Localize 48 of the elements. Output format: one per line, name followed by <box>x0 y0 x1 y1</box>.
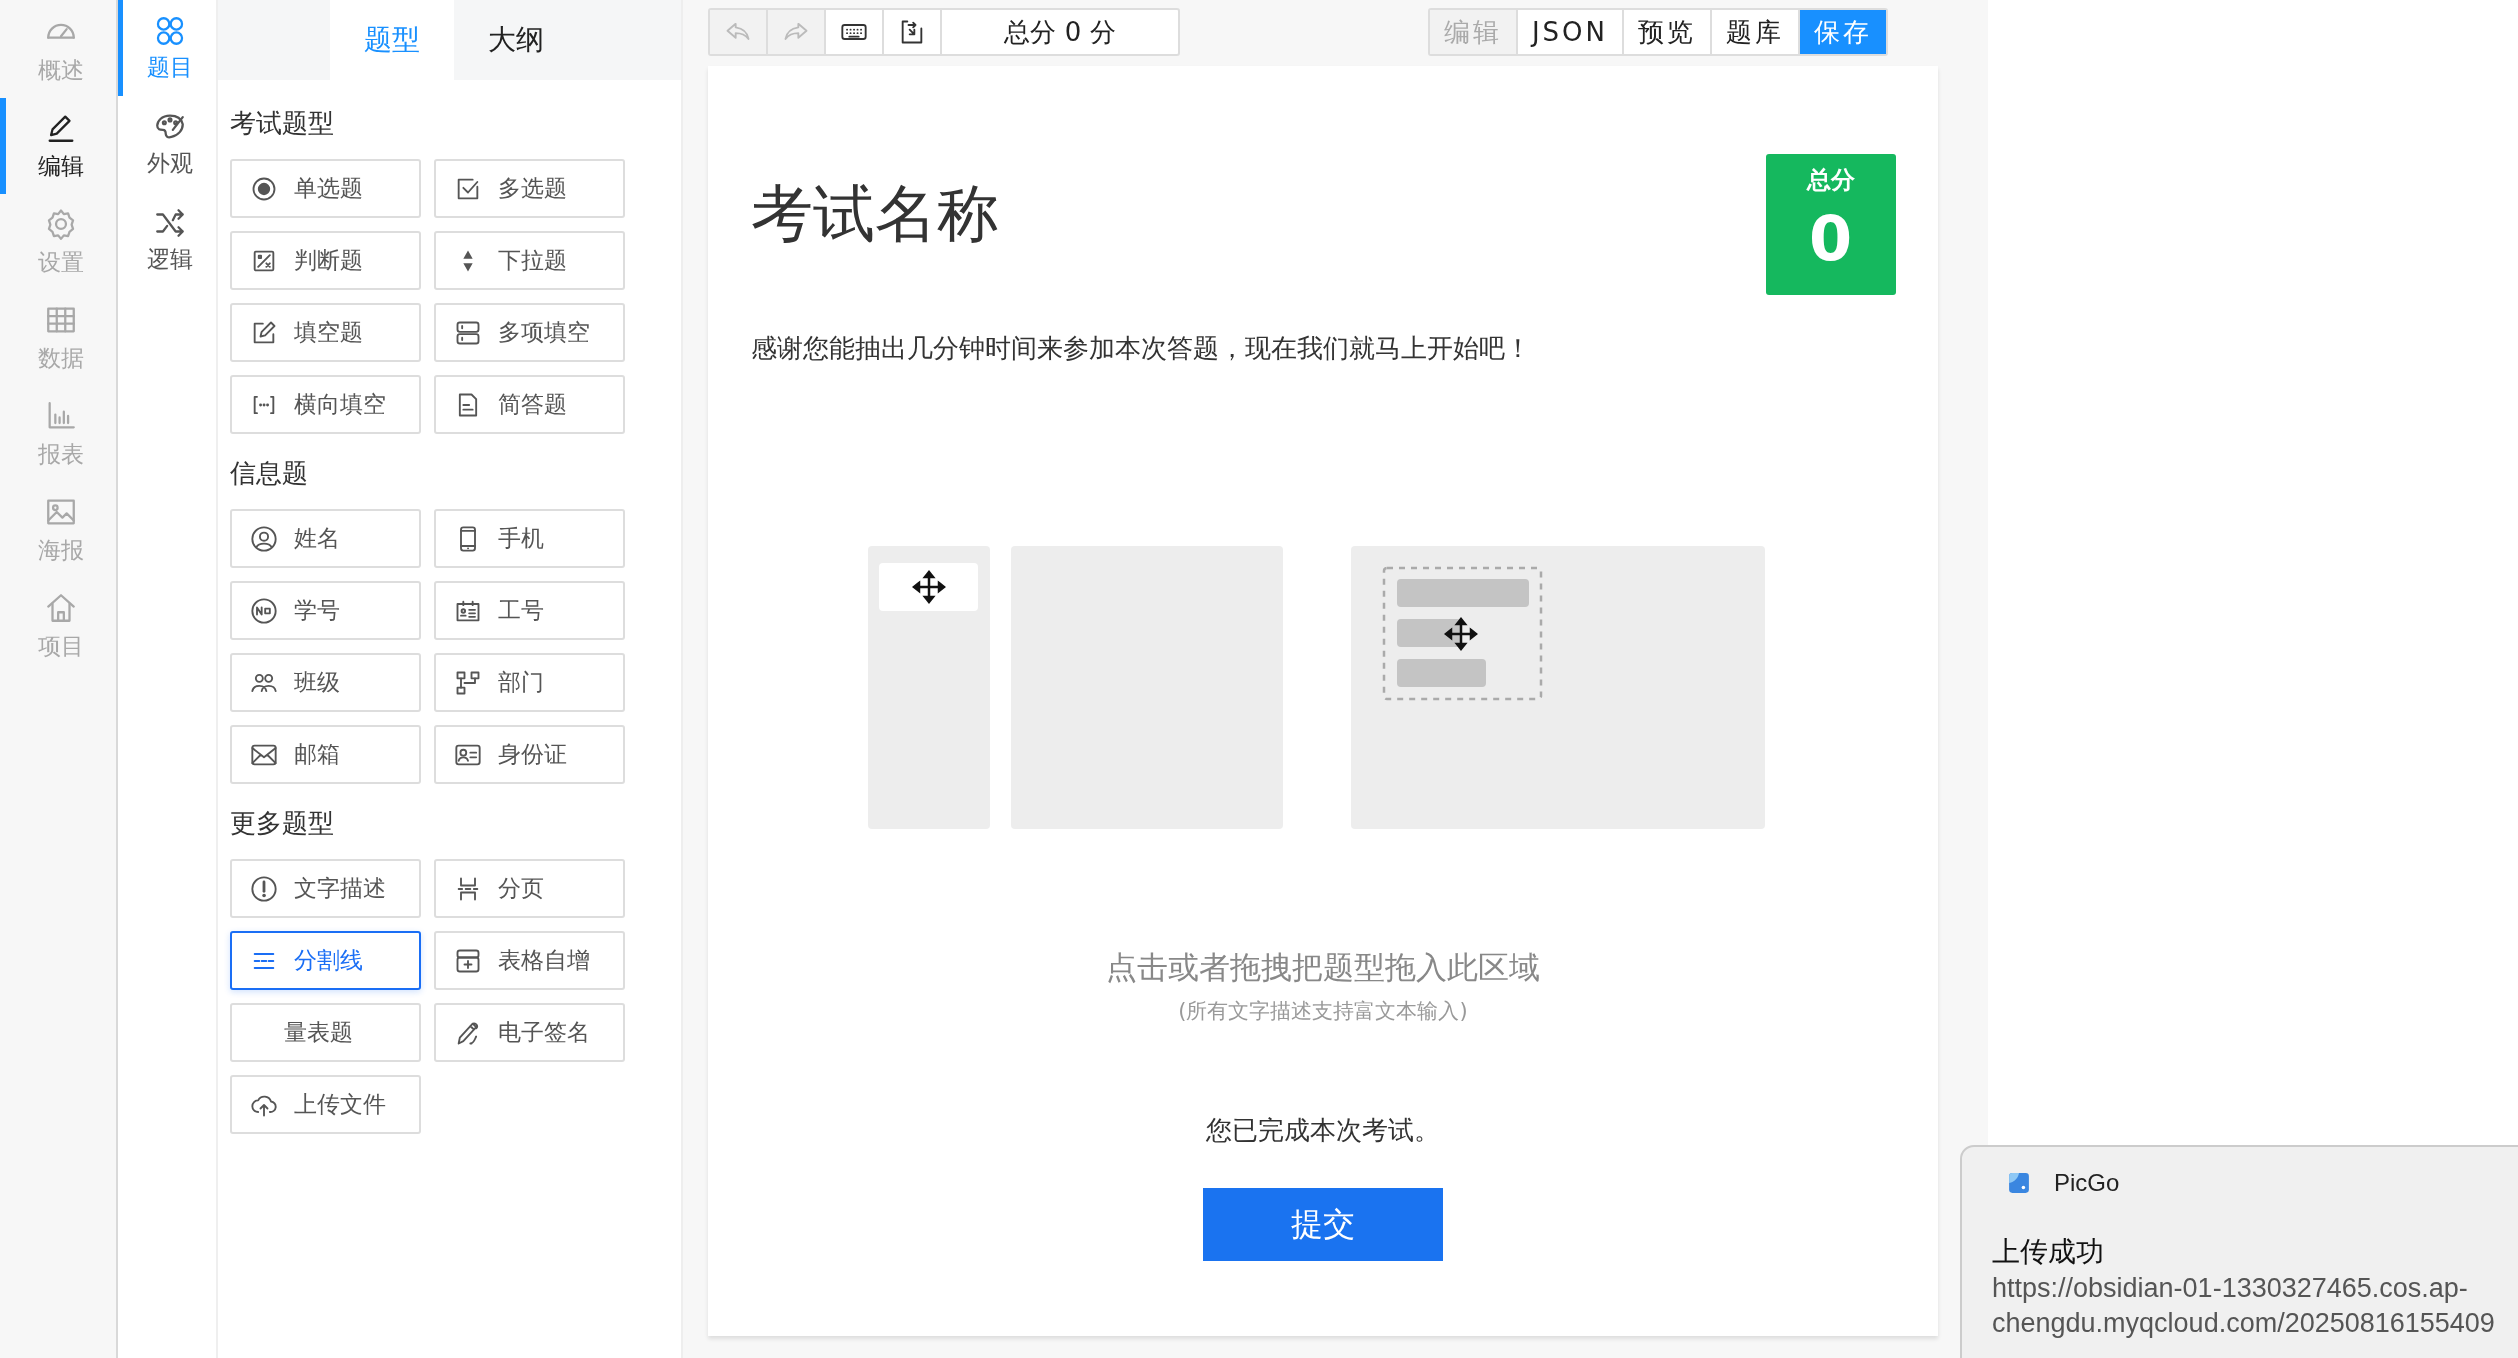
total-score: 总分 0 分 <box>1003 15 1117 49</box>
question-type-button[interactable]: 文字描述 <box>230 859 421 918</box>
toolbar-button[interactable]: JSON <box>1517 10 1624 54</box>
score-value: 0 <box>1808 202 1853 275</box>
question-type-button[interactable]: 多选题 <box>434 159 625 218</box>
question-type-button[interactable]: 单选题 <box>230 159 421 218</box>
number-circle-icon <box>250 596 278 625</box>
question-type-button[interactable]: 电子签名 <box>434 1003 625 1062</box>
notification-body: https://obsidian-01-1330327465.cos.ap-chengdu.myqcloud.com/20250816155409 <box>1992 1272 2496 1341</box>
question-type-button[interactable]: 分页 <box>434 859 625 918</box>
question-type-button[interactable]: 填空题 <box>230 303 421 362</box>
question-type-button[interactable]: 身份证 <box>434 725 625 784</box>
toolbar-button[interactable]: 题库 <box>1712 10 1800 54</box>
app-name: PicGo <box>2054 1169 2120 1197</box>
question-type-button[interactable]: 表格自增 <box>434 931 625 990</box>
form-title: 考试名称 <box>750 176 999 252</box>
toolbar-button[interactable]: 预览 <box>1624 10 1712 54</box>
question-type-button[interactable]: 下拉题 <box>434 231 625 290</box>
question-type-button[interactable]: 学号 <box>230 581 421 640</box>
nav-item[interactable]: 逻辑 <box>118 192 216 288</box>
nav-item[interactable]: 外观 <box>118 96 216 192</box>
submit-button[interactable]: 提交 <box>1203 1188 1443 1261</box>
exclamation-circle-icon <box>250 874 278 903</box>
question-type-button[interactable]: 姓名 <box>230 509 421 568</box>
question-type-button[interactable]: 班级 <box>230 653 421 712</box>
question-type-button[interactable]: 工号 <box>434 581 625 640</box>
form-description: 感谢您能抽出几分钟时间来参加本次答题，现在我们就马上开始吧！ <box>750 332 1532 365</box>
question-type-button[interactable]: 手机 <box>434 509 625 568</box>
drop-hint: 点击或者拖拽把题型拖入此区域 <box>1106 948 1540 987</box>
person-circle-icon <box>250 524 278 553</box>
tab[interactable]: 大纲 <box>454 0 578 80</box>
score-label: 总分 <box>1806 165 1855 196</box>
question-type-button[interactable]: 量表题 <box>230 1003 421 1062</box>
drop-subhint: (所有文字描述支持富文本输入) <box>1178 998 1468 1025</box>
question-type-button[interactable]: 上传文件 <box>230 1075 421 1134</box>
section-title: 考试题型 <box>230 107 335 140</box>
notification-title: 上传成功 <box>1992 1235 2105 1269</box>
question-type-button[interactable]: 横向填空 <box>230 375 421 434</box>
question-type-button[interactable]: 多项填空 <box>434 303 625 362</box>
question-type-button[interactable]: 判断题 <box>230 231 421 290</box>
app-icon <box>2008 1172 2030 1194</box>
question-type-button[interactable]: 简答题 <box>434 375 625 434</box>
completion-message: 您已完成本次考试。 <box>1206 1114 1440 1147</box>
section-title: 信息题 <box>230 457 309 490</box>
question-type-button[interactable]: 分割线 <box>230 931 421 990</box>
question-type-button[interactable]: 部门 <box>434 653 625 712</box>
question-type-button[interactable]: 邮箱 <box>230 725 421 784</box>
section-title: 更多题型 <box>230 807 335 840</box>
